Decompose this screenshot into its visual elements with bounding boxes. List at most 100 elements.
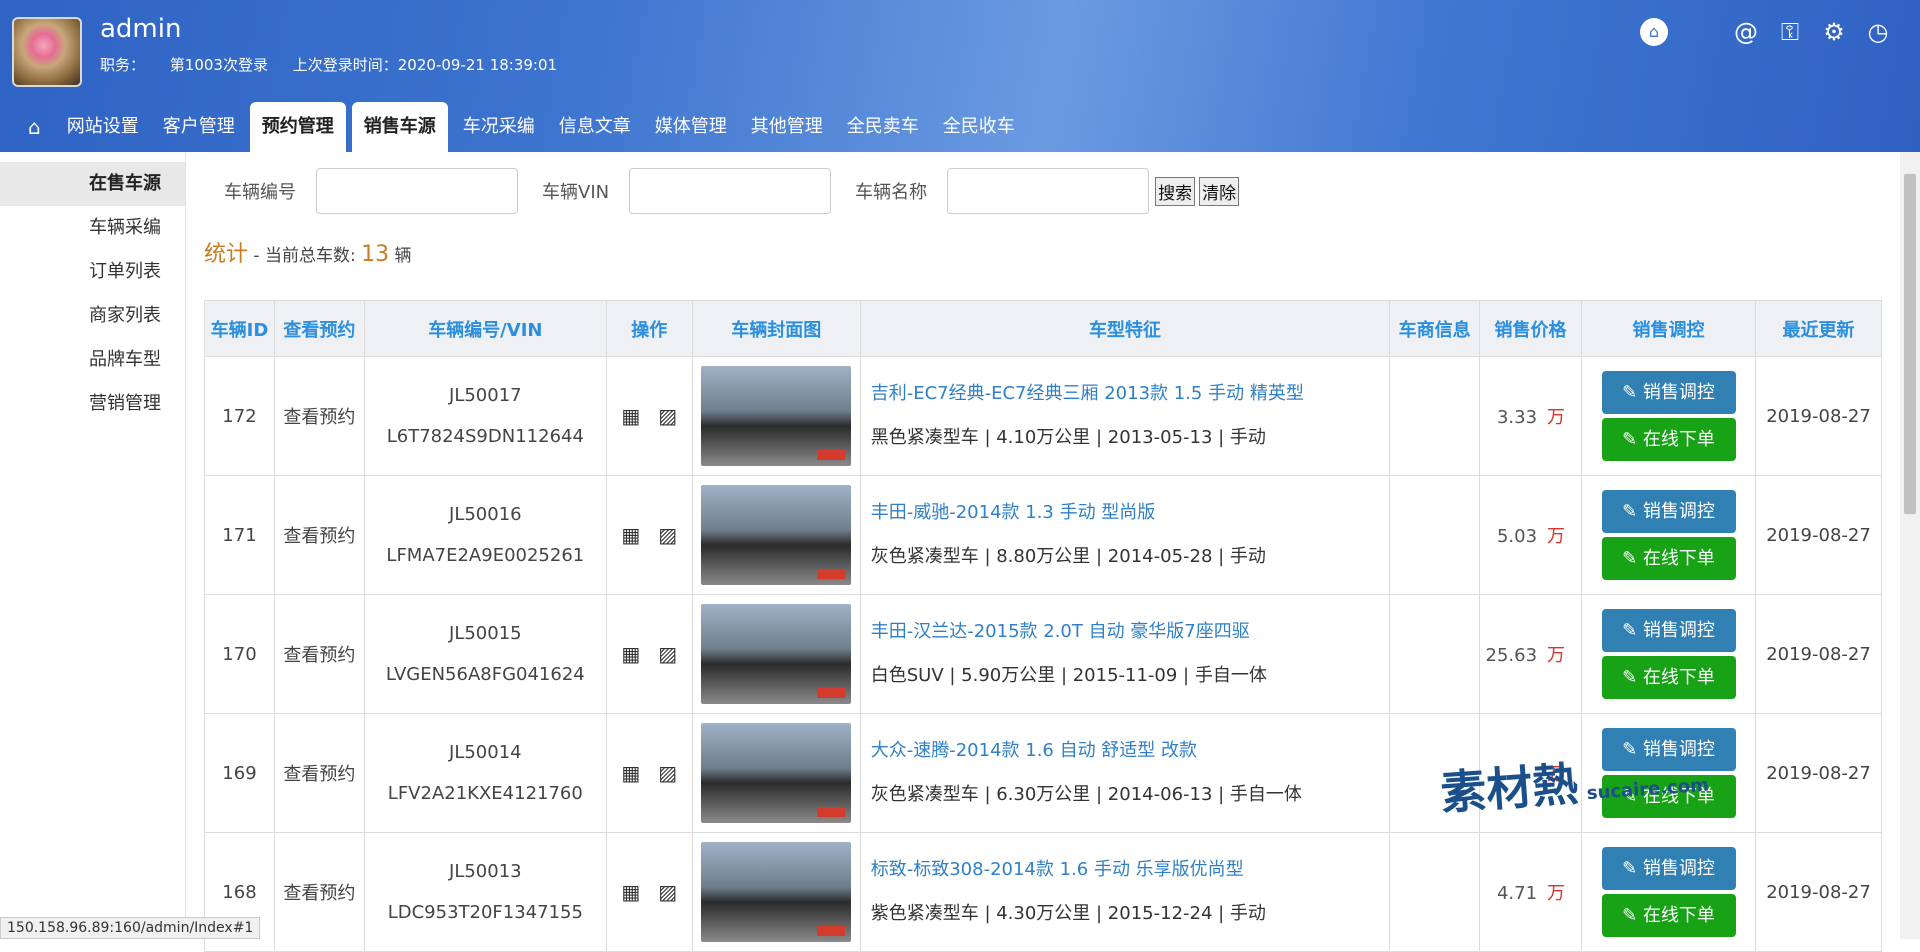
view-booking-link[interactable]: 查看预约 <box>283 645 355 666</box>
view-booking-link[interactable]: 查看预约 <box>283 407 355 428</box>
sidebar-item-orders[interactable]: 订单列表 <box>0 250 185 294</box>
qrcode-icon[interactable]: ▦ <box>621 761 640 785</box>
view-booking-link[interactable]: 查看预约 <box>283 883 355 904</box>
cell-updated: 2019-08-27 <box>1755 357 1881 476</box>
cell-cover <box>692 476 860 595</box>
nav-item-customer[interactable]: 客户管理 <box>151 102 247 152</box>
main-nav: ⌂ 网站设置 客户管理 预约管理 销售车源 车况采编 信息文章 媒体管理 其他管… <box>14 102 1027 152</box>
qrcode-icon[interactable]: ▦ <box>621 880 640 904</box>
table-row: 171 查看预约 JL50016LFMA7E2A9E0025261 ▦▨ 丰田-… <box>205 476 1882 595</box>
cell-booking[interactable]: 查看预约 <box>274 595 364 714</box>
username: admin <box>100 14 181 44</box>
vehicle-no: JL50013 <box>366 861 605 882</box>
nav-item-buy-car[interactable]: 全民收车 <box>931 102 1027 152</box>
qrcode-icon[interactable]: ▦ <box>621 642 640 666</box>
scrollbar[interactable] <box>1900 152 1920 939</box>
sidebar-item-marketing[interactable]: 营销管理 <box>0 382 185 426</box>
online-order-button[interactable]: ✎ 在线下单 <box>1602 894 1736 937</box>
avatar[interactable] <box>12 17 82 87</box>
nav-item-articles[interactable]: 信息文章 <box>547 102 643 152</box>
login-meta: 职务： 第1003次登录 上次登录时间：2020-09-21 18:39:01 <box>100 54 577 75</box>
cell-actions: ▦▨ <box>606 357 692 476</box>
vehicle-no-input[interactable] <box>316 168 518 214</box>
cell-updated: 2019-08-27 <box>1755 833 1881 952</box>
view-booking-link[interactable]: 查看预约 <box>283 526 355 547</box>
search-button[interactable]: 搜索 <box>1155 177 1195 206</box>
cell-dealer <box>1390 833 1480 952</box>
nav-item-sales[interactable]: 销售车源 <box>352 102 448 152</box>
image-icon[interactable]: ▨ <box>658 642 677 666</box>
sales-control-button[interactable]: ✎ 销售调控 <box>1602 609 1736 652</box>
sidebar-item-dealers[interactable]: 商家列表 <box>0 294 185 338</box>
sales-control-button[interactable]: ✎ 销售调控 <box>1602 371 1736 414</box>
image-icon[interactable]: ▨ <box>658 761 677 785</box>
cover-image[interactable] <box>701 366 851 466</box>
online-order-button[interactable]: ✎ 在线下单 <box>1602 537 1736 580</box>
cell-control: ✎ 销售调控 ✎ 在线下单 <box>1582 476 1756 595</box>
spiral-icon[interactable]: @ <box>1732 18 1760 46</box>
cell-booking[interactable]: 查看预约 <box>274 357 364 476</box>
cell-booking[interactable]: 查看预约 <box>274 476 364 595</box>
online-order-button[interactable]: ✎ 在线下单 <box>1602 418 1736 461</box>
cell-control: ✎ 销售调控 ✎ 在线下单 <box>1582 595 1756 714</box>
sidebar-item-brands[interactable]: 品牌车型 <box>0 338 185 382</box>
model-detail: 灰色紧凑型车 | 8.80万公里 | 2014-05-28 | 手动 <box>871 535 1388 579</box>
cell-updated: 2019-08-27 <box>1755 595 1881 714</box>
stats-line: 统计 - 当前总车数: 13 辆 <box>204 230 1884 280</box>
nav-item-media[interactable]: 媒体管理 <box>643 102 739 152</box>
table-header-row: 车辆ID 查看预约 车辆编号/VIN 操作 车辆封面图 车型特征 车商信息 销售… <box>205 301 1882 357</box>
cover-image[interactable] <box>701 723 851 823</box>
cell-vin: JL50014LFV2A21KXE4121760 <box>364 714 606 833</box>
clock-icon[interactable]: ◷ <box>1864 18 1892 46</box>
model-link[interactable]: 吉利-EC7经典-EC7经典三厢 2013款 1.5 手动 精英型 <box>871 372 1388 416</box>
nav-item-condition[interactable]: 车况采编 <box>451 102 547 152</box>
nav-item-website[interactable]: 网站设置 <box>55 102 151 152</box>
cell-booking[interactable]: 查看预约 <box>274 714 364 833</box>
cell-vin: JL50017L6T7824S9DN112644 <box>364 357 606 476</box>
name-input[interactable] <box>947 168 1149 214</box>
model-link[interactable]: 丰田-汉兰达-2015款 2.0T 自动 豪华版7座四驱 <box>871 610 1388 654</box>
scrollbar-thumb[interactable] <box>1904 174 1916 514</box>
sales-control-button[interactable]: ✎ 销售调控 <box>1602 490 1736 533</box>
model-detail: 紫色紧凑型车 | 4.30万公里 | 2015-12-24 | 手动 <box>871 892 1388 936</box>
search-bar: 车辆编号 车辆VIN 车辆名称 搜索 清除 <box>204 152 1884 230</box>
col-dealer: 车商信息 <box>1390 301 1480 357</box>
cell-model: 标致-标致308-2014款 1.6 手动 乐享版优尚型紫色紧凑型车 | 4.3… <box>860 833 1389 952</box>
cell-price: 5.03万 <box>1480 476 1582 595</box>
qrcode-icon[interactable]: ▦ <box>621 523 640 547</box>
cell-booking[interactable]: 查看预约 <box>274 833 364 952</box>
image-icon[interactable]: ▨ <box>658 523 677 547</box>
qrcode-icon[interactable]: ▦ <box>621 404 640 428</box>
cell-dealer <box>1390 476 1480 595</box>
nav-item-sell-car[interactable]: 全民卖车 <box>835 102 931 152</box>
key-icon[interactable]: ⚿ <box>1776 18 1804 46</box>
price-unit: 万 <box>1547 407 1565 428</box>
clear-button[interactable]: 清除 <box>1199 177 1239 206</box>
model-detail: 白色SUV | 5.90万公里 | 2015-11-09 | 手自一体 <box>871 654 1388 698</box>
cover-image[interactable] <box>701 604 851 704</box>
sales-control-button[interactable]: ✎ 销售调控 <box>1602 847 1736 890</box>
price-unit: 万 <box>1547 526 1565 547</box>
nav-item-other[interactable]: 其他管理 <box>739 102 835 152</box>
cell-dealer <box>1390 595 1480 714</box>
model-link[interactable]: 标致-标致308-2014款 1.6 手动 乐享版优尚型 <box>871 848 1388 892</box>
view-booking-link[interactable]: 查看预约 <box>283 764 355 785</box>
gear-icon[interactable]: ⚙ <box>1820 18 1848 46</box>
cover-image[interactable] <box>701 842 851 942</box>
image-icon[interactable]: ▨ <box>658 880 677 904</box>
vehicle-table: 车辆ID 查看预约 车辆编号/VIN 操作 车辆封面图 车型特征 车商信息 销售… <box>204 300 1882 952</box>
table-row: 170 查看预约 JL50015LVGEN56A8FG041624 ▦▨ 丰田-… <box>205 595 1882 714</box>
cover-image[interactable] <box>701 485 851 585</box>
online-order-button[interactable]: ✎ 在线下单 <box>1602 656 1736 699</box>
home-icon[interactable]: ⌂ <box>1640 18 1668 46</box>
sidebar-item-collect[interactable]: 车辆采编 <box>0 206 185 250</box>
image-icon[interactable]: ▨ <box>658 404 677 428</box>
nav-item-booking[interactable]: 预约管理 <box>250 102 346 152</box>
vehicle-vin: LFV2A21KXE4121760 <box>366 783 605 804</box>
model-link[interactable]: 大众-速腾-2014款 1.6 自动 舒适型 改款 <box>871 729 1388 773</box>
sidebar-item-on-sale[interactable]: 在售车源 <box>0 162 185 206</box>
model-link[interactable]: 丰田-威驰-2014款 1.3 手动 型尚版 <box>871 491 1388 535</box>
col-price: 销售价格 <box>1480 301 1582 357</box>
vin-input[interactable] <box>629 168 831 214</box>
nav-home-icon[interactable]: ⌂ <box>14 102 55 152</box>
